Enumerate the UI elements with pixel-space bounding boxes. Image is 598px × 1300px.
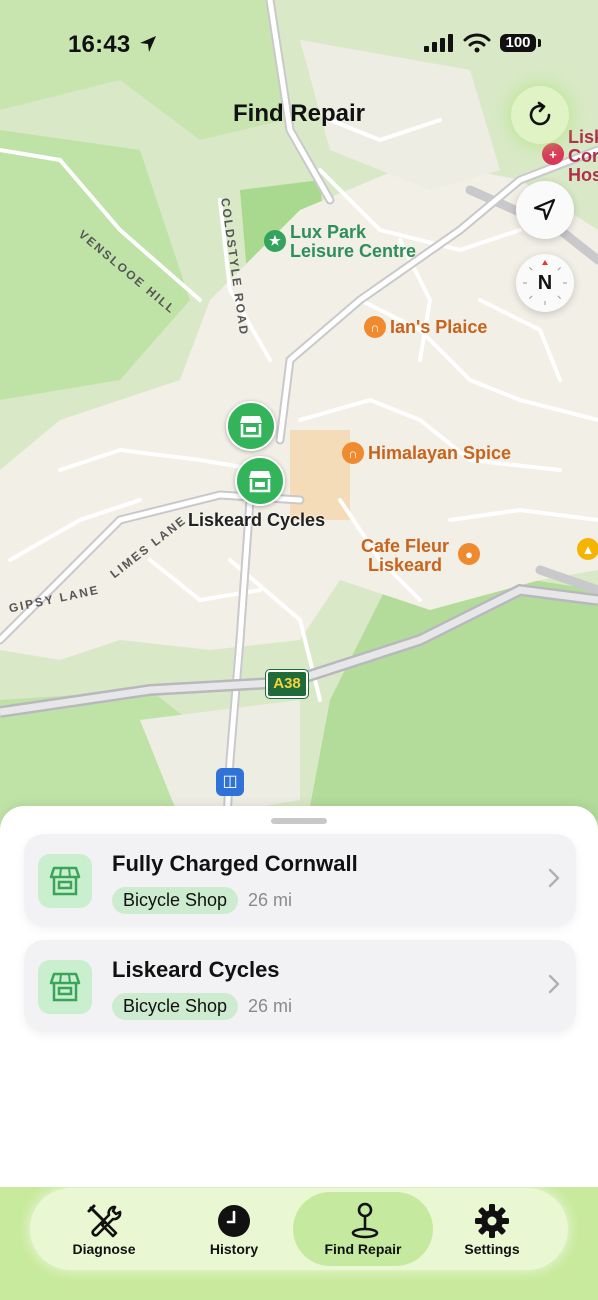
restaurant-icon[interactable]: ∩ [342, 442, 364, 464]
compass-north-label: N [537, 272, 553, 294]
leisure-centre-icon[interactable]: ★ [264, 230, 286, 252]
hospital-icon[interactable]: + [542, 143, 564, 165]
shopping-icon[interactable]: ▲ [577, 538, 598, 560]
map-place-label: Ian's Plaice [390, 317, 488, 337]
storefront-icon [240, 416, 262, 438]
road-shield-a38: A38 [266, 670, 308, 698]
location-arrow-icon [140, 36, 156, 52]
tab-label: Settings [464, 1241, 520, 1257]
sheet-grabber[interactable] [271, 818, 327, 824]
current-location-button[interactable] [516, 181, 574, 239]
tab-bar: Diagnose History Find Repair Settings [30, 1188, 568, 1270]
tools-icon [87, 1204, 122, 1238]
restaurant-icon[interactable]: ∩ [364, 316, 386, 338]
battery-level: 100 [500, 34, 536, 52]
category-badge: Bicycle Shop [112, 993, 239, 1020]
battery-icon [538, 39, 541, 47]
distance-label: 26 mi [248, 890, 293, 910]
clock-icon [218, 1205, 250, 1237]
wifi-icon [463, 33, 491, 53]
page-title: Find Repair [232, 100, 365, 127]
train-station-icon[interactable]: ◫ [216, 768, 244, 796]
storefront-icon [249, 471, 271, 493]
map-view[interactable] [0, 0, 598, 860]
tab-label: Find Repair [324, 1241, 402, 1257]
cellular-signal-icon [424, 34, 453, 52]
result-card[interactable]: Liskeard Cycles Bicycle Shop 26 mi [24, 940, 576, 1032]
location-arrow-icon [533, 198, 556, 221]
chevron-right-icon [548, 974, 560, 994]
tab-find-repair[interactable]: Find Repair [293, 1188, 433, 1270]
bike-shop-pin[interactable] [235, 456, 285, 506]
result-name: Liskeard Cycles [112, 957, 280, 982]
status-bar: 16:43 100 [0, 0, 598, 80]
storefront-icon [38, 960, 92, 1014]
tab-label: Diagnose [72, 1241, 136, 1257]
tab-history[interactable]: History [166, 1188, 302, 1270]
compass-button[interactable]: N [516, 254, 574, 312]
map-place-label: Lux Park Leisure Centre [290, 222, 417, 261]
map-place-label: Cafe Fleur Liskeard [361, 536, 450, 575]
tab-settings[interactable]: Settings [424, 1188, 560, 1270]
map-place-label: Himalayan Spice [368, 443, 512, 463]
pin-label: Liskeard Cycles [188, 510, 326, 530]
category-badge: Bicycle Shop [112, 887, 239, 914]
gear-icon [475, 1204, 509, 1238]
map-pin-icon [351, 1202, 379, 1239]
map-place-label: Lisk Cor Hos [568, 127, 598, 185]
tab-diagnose[interactable]: Diagnose [36, 1188, 172, 1270]
bike-shop-pin[interactable] [226, 401, 276, 451]
cafe-icon[interactable]: ● [458, 543, 480, 565]
status-time: 16:43 [68, 31, 131, 58]
result-card[interactable]: Fully Charged Cornwall Bicycle Shop 26 m… [24, 834, 576, 926]
storefront-icon [38, 854, 92, 908]
chevron-right-icon [548, 868, 560, 888]
tab-label: History [209, 1241, 259, 1257]
distance-label: 26 mi [248, 996, 293, 1016]
result-name: Fully Charged Cornwall [112, 851, 358, 876]
